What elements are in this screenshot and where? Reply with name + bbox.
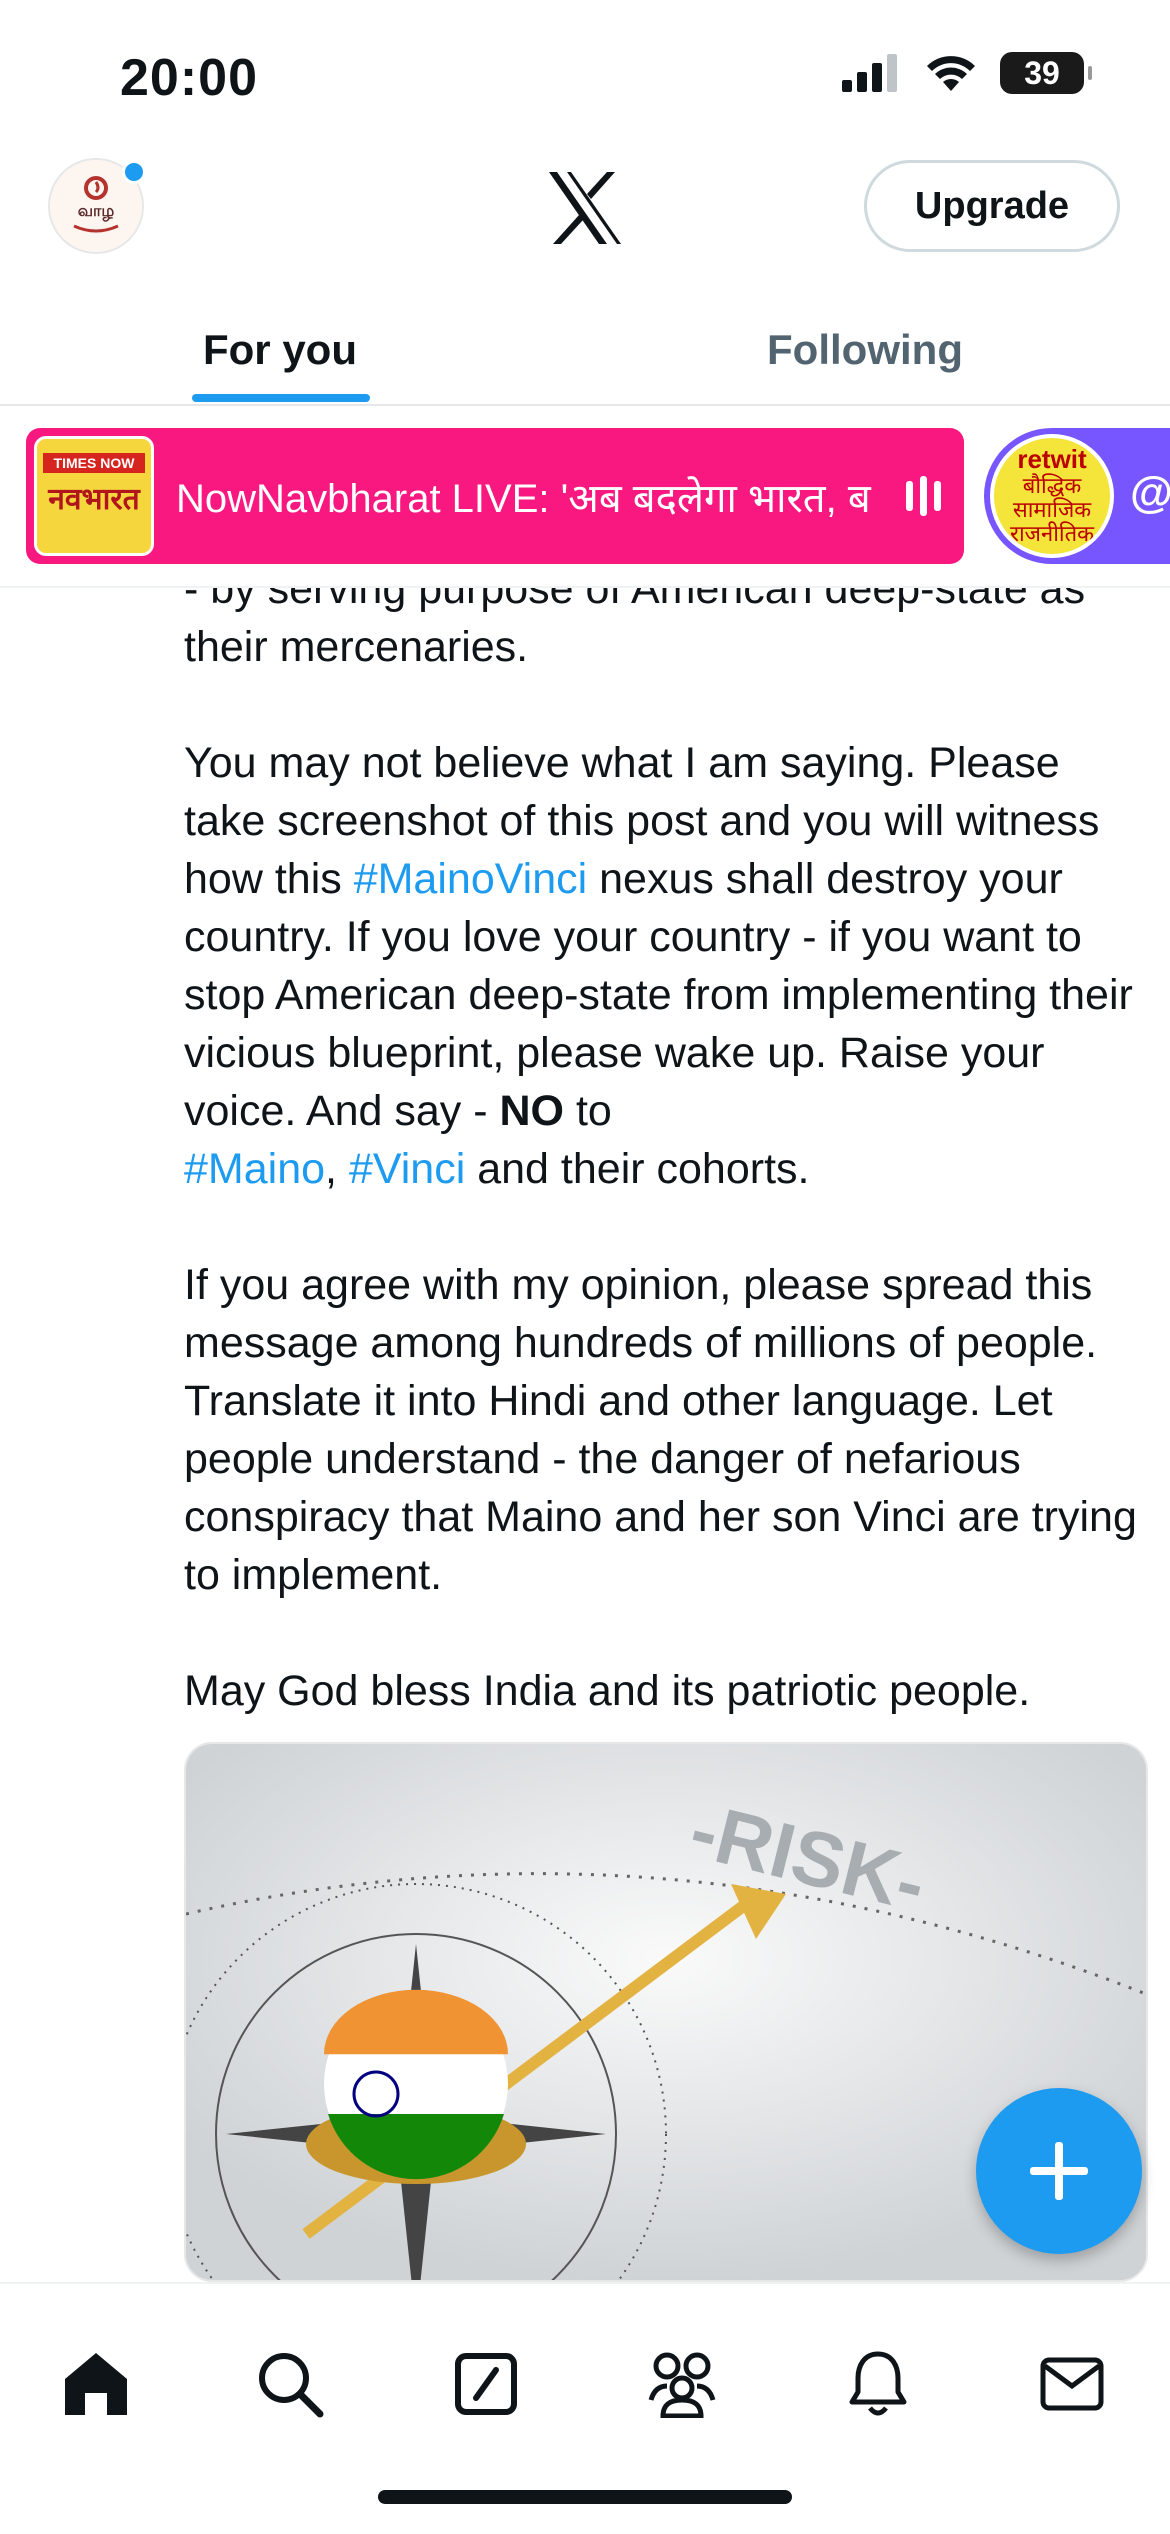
nav-messages[interactable] (1012, 2324, 1132, 2444)
live-audio-icon (906, 476, 941, 516)
upgrade-button[interactable]: Upgrade (864, 160, 1120, 252)
second-space-card[interactable]: retwit बौद्धिक सामाजिक राजनीतिक @ (984, 428, 1170, 564)
second-space-handle: @ (1130, 468, 1170, 517)
second-space-thumbnail: retwit बौद्धिक सामाजिक राजनीतिक (990, 434, 1114, 558)
svg-text:வாழ: வாழ (78, 203, 115, 221)
plus-icon (1030, 2142, 1088, 2200)
space-live-title: NowNavbharat LIVE: 'अब बदलेगा भारत, ब (176, 476, 871, 521)
notifications-icon (849, 2351, 907, 2416)
search-icon (259, 2353, 324, 2418)
battery-indicator: 39 (1000, 52, 1092, 94)
x-logo-icon[interactable] (545, 168, 625, 248)
thumb-brand: TIMES NOW (43, 453, 145, 473)
thumb-line: सामाजिक (1012, 497, 1092, 523)
hashtag-maino-link[interactable]: #Maino (184, 1145, 325, 1193)
wifi-icon (927, 56, 975, 91)
active-tab-indicator (192, 394, 370, 402)
communities-icon (648, 2352, 716, 2418)
hashtag-vinci-link[interactable]: #Vinci (349, 1145, 465, 1193)
status-time: 20:00 (120, 49, 258, 107)
nav-home[interactable] (36, 2324, 156, 2444)
tab-for-you[interactable]: For you (0, 300, 560, 400)
tab-following[interactable]: Following (585, 300, 1145, 400)
grok-icon (455, 2353, 517, 2415)
post-text-segment: , (325, 1145, 349, 1193)
compose-post-button[interactable] (976, 2088, 1142, 2254)
thumb-line: retwit (1017, 444, 1087, 475)
post-text-segment: and their cohorts. (465, 1145, 810, 1193)
signal-icon (842, 54, 897, 92)
post-paragraph-2: You may not believe what I am saying. Pl… (184, 734, 1144, 1198)
nav-search[interactable] (230, 2324, 350, 2444)
home-indicator (378, 2490, 792, 2504)
thumb-title: नवभारत (48, 483, 140, 516)
home-icon (65, 2353, 127, 2415)
thumb-line: बौद्धिक (1022, 473, 1082, 499)
live-space-card[interactable]: TIMES NOW नवभारत NowNavbharat LIVE: 'अब … (26, 428, 964, 564)
space-thumbnail: TIMES NOW नवभारत (34, 436, 154, 556)
nav-grok[interactable] (426, 2324, 546, 2444)
post-text-segment: to (564, 1087, 612, 1135)
notification-dot (122, 160, 146, 184)
nav-communities[interactable] (622, 2324, 742, 2444)
messages-icon (1040, 2357, 1104, 2411)
thumb-line: राजनीतिक (1009, 521, 1095, 547)
spaces-bar: TIMES NOW नवभारत NowNavbharat LIVE: 'अब … (0, 406, 1170, 588)
post-paragraph-3: If you agree with my opinion, please spr… (184, 1261, 1137, 1599)
post-paragraph-4: May God bless India and its patriotic pe… (184, 1667, 1031, 1715)
post-bold-text: NO (499, 1087, 565, 1135)
post-body: - by serving purpose of American deep-st… (184, 560, 1144, 1720)
status-icons: 39 (842, 52, 1092, 94)
nav-notifications[interactable] (818, 2324, 938, 2444)
hashtag-mainovinci-link[interactable]: #MainoVinci (354, 855, 587, 903)
